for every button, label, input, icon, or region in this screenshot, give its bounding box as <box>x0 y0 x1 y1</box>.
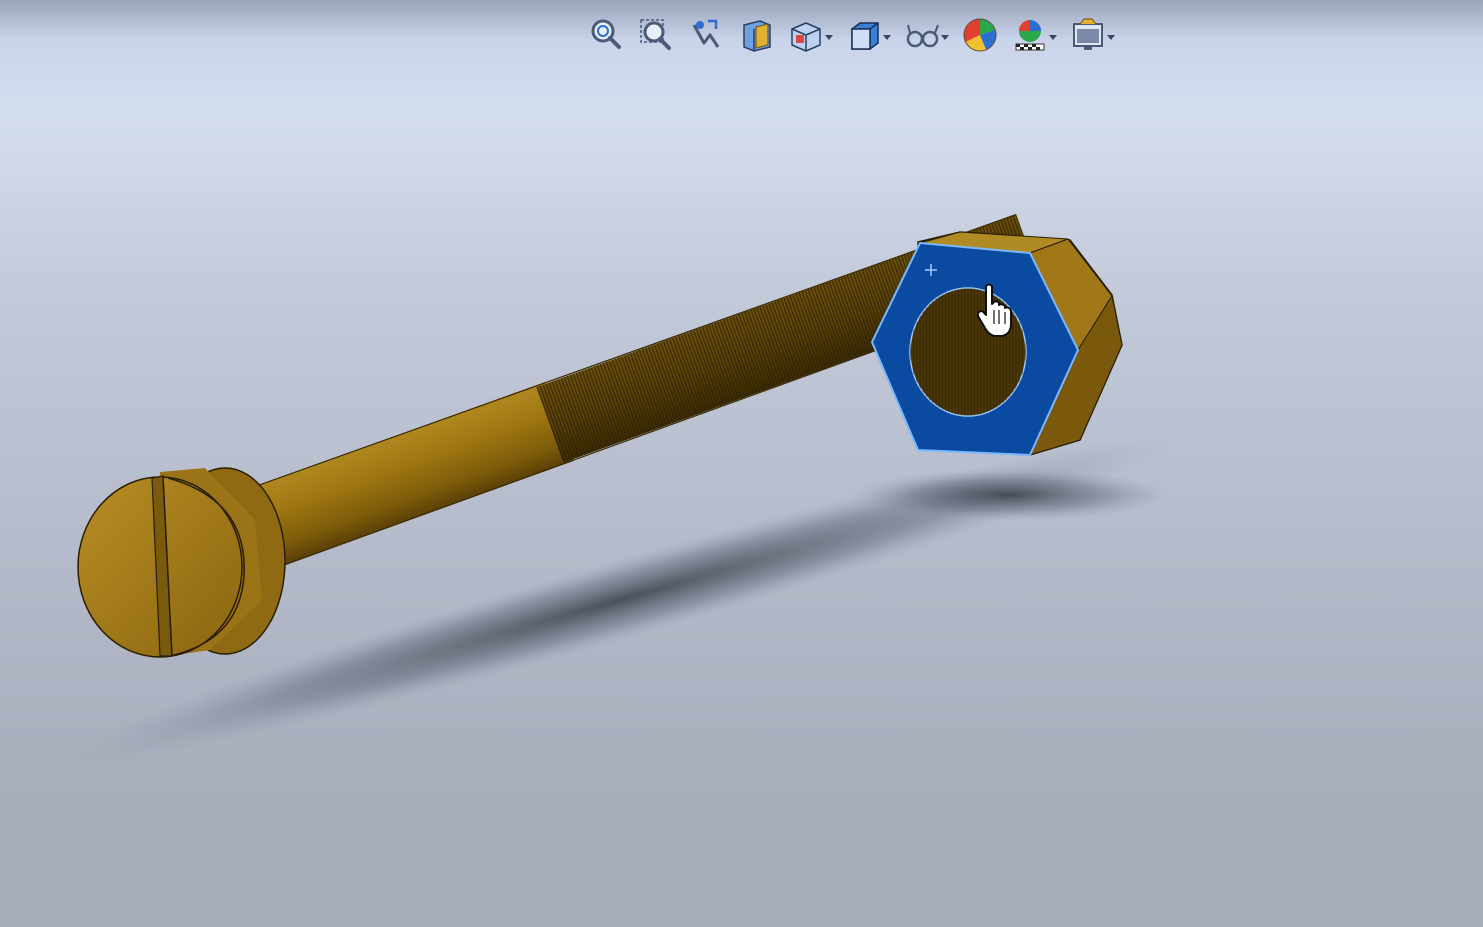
graphics-area[interactable] <box>0 0 1483 927</box>
hex-nut[interactable] <box>870 231 1123 457</box>
screw-head[interactable] <box>77 467 286 658</box>
model-scene <box>62 213 1178 765</box>
